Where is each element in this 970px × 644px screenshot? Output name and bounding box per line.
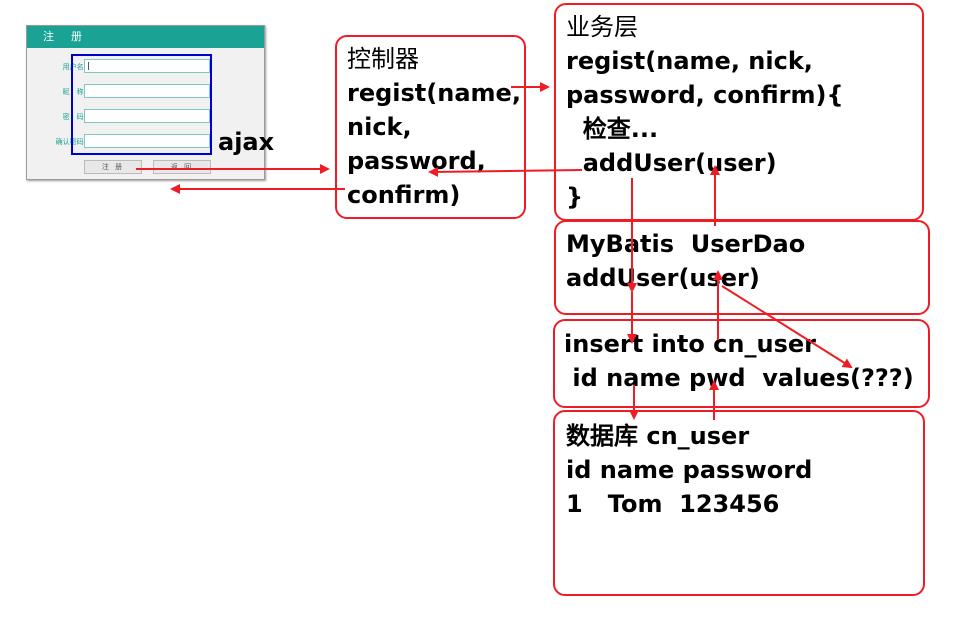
arrow-service-to-controller bbox=[428, 166, 583, 177]
arrow-dao-to-values bbox=[721, 285, 853, 369]
flow-arrows bbox=[136, 82, 853, 420]
